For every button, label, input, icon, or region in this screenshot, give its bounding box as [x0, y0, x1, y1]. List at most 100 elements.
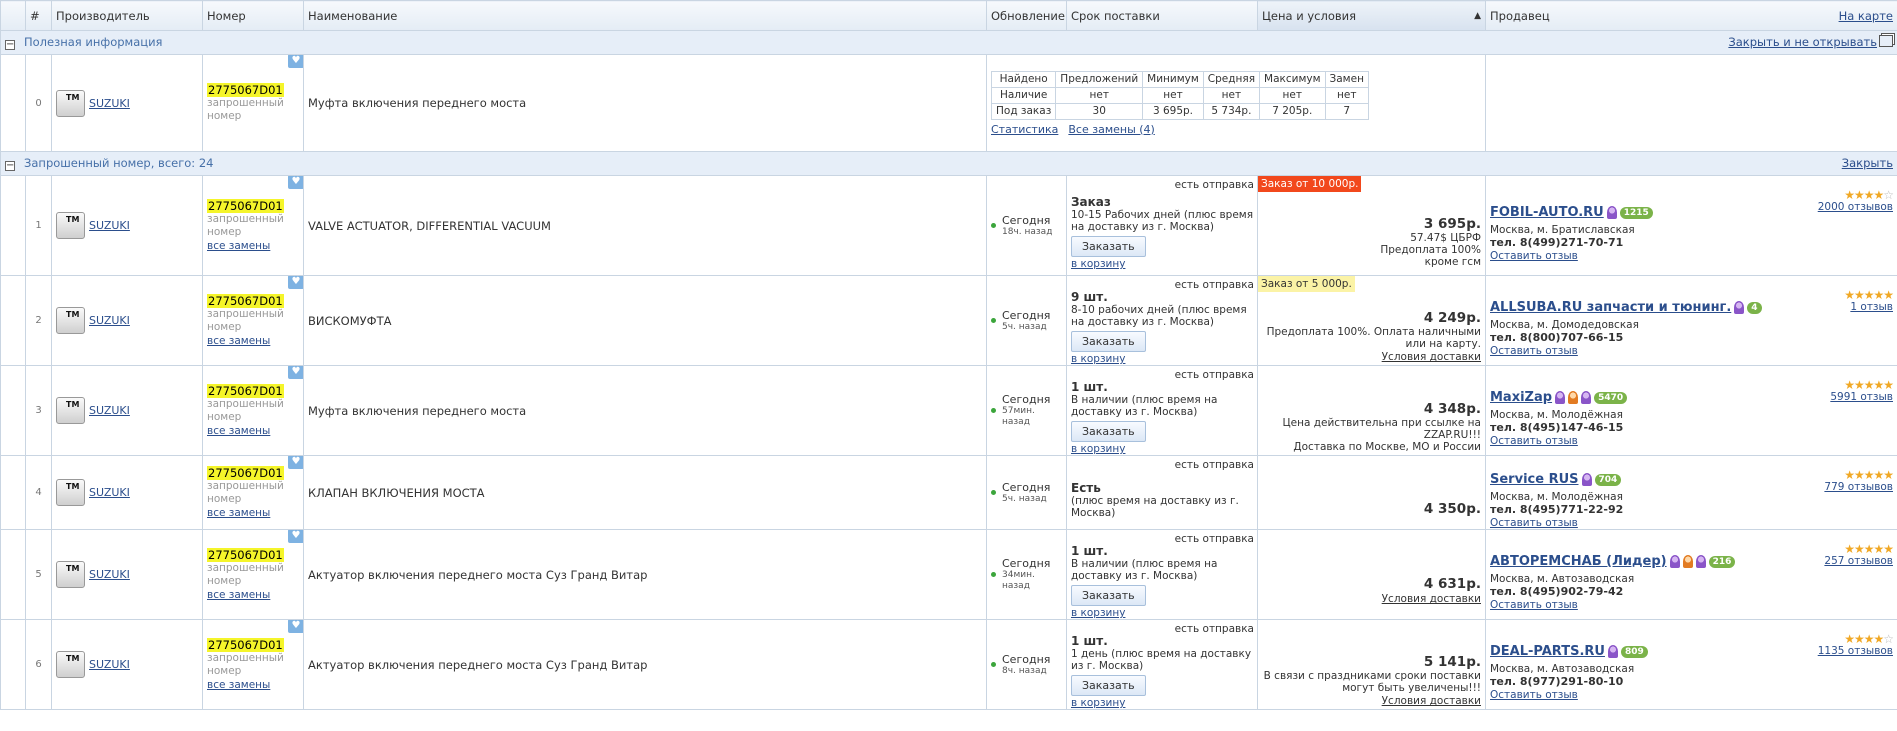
statistics-link[interactable]: Статистика [991, 123, 1058, 136]
delivery-terms: (плюс время на доставку из г. Москва) [1071, 494, 1239, 519]
brand-link[interactable]: SUZUKI [89, 219, 130, 232]
close-section-link[interactable]: Закрыть [1842, 156, 1893, 170]
col-price[interactable]: Цена и условия ▲ [1257, 0, 1486, 31]
favorite-icon[interactable]: ♥ [288, 276, 303, 289]
leave-review-link[interactable]: Оставить отзыв [1490, 345, 1578, 357]
row-index: 1 [25, 175, 52, 276]
brand-logo-text: TM [66, 310, 80, 319]
favorite-icon[interactable]: ♥ [288, 620, 303, 633]
favorite-icon[interactable]: ♥ [288, 366, 303, 379]
update-cell: Сегодня 8ч. назад [986, 619, 1067, 710]
seller-score-badge: 5470 [1594, 391, 1628, 404]
collapse-icon[interactable]: − [5, 161, 15, 171]
seller-link[interactable]: FOBIL-AUTO.RU [1490, 205, 1604, 220]
section-requested-cell: − Запрошенный номер, всего: 24 Закрыть [0, 151, 1897, 176]
all-replacements-link[interactable]: все замены [207, 240, 270, 252]
brand-link[interactable]: SUZUKI [89, 486, 130, 499]
reviews-count-link[interactable]: 5991 отзыв [1830, 391, 1893, 403]
leave-review-link[interactable]: Оставить отзыв [1490, 689, 1578, 701]
favorite-icon[interactable]: ♥ [288, 55, 303, 68]
seller-location: Москва, м. Домодедовская [1490, 319, 1639, 331]
window-icon[interactable] [1879, 35, 1893, 47]
price-note: Цена действительна при ссылке на [1282, 416, 1482, 429]
seller-rating: ★★★★☆ 1135 отзывов [1818, 632, 1894, 657]
delivery-cell: есть отправка 1 шт. В наличии (плюс врем… [1066, 529, 1258, 620]
info-row-toggle [0, 54, 26, 152]
brand-link[interactable]: SUZUKI [89, 97, 130, 110]
all-replacements-link[interactable]: Все замены (4) [1068, 123, 1154, 136]
all-replacements-link[interactable]: все замены [207, 507, 270, 519]
all-replacements-link[interactable]: все замены [207, 335, 270, 347]
brand-logo-text: TM [66, 482, 80, 491]
number-sub1: запрошенный [207, 562, 284, 574]
rating-stars-icon: ★★★★★ [1844, 542, 1894, 556]
all-replacements-link[interactable]: все замены [207, 589, 270, 601]
collapse-icon[interactable]: − [5, 40, 15, 50]
add-to-cart-link[interactable]: в корзину [1071, 353, 1253, 365]
stats-cell-value: 30 [1055, 102, 1144, 120]
brand-link[interactable]: SUZUKI [89, 404, 130, 417]
col-update[interactable]: Обновление [986, 0, 1067, 31]
brand-logo: TM [56, 212, 85, 239]
order-button[interactable]: Заказать [1071, 675, 1146, 696]
seller-link[interactable]: Service RUS [1490, 472, 1579, 487]
col-delivery[interactable]: Срок поставки [1066, 0, 1258, 31]
seller-link[interactable]: MaxiZap [1490, 390, 1552, 405]
delivery-conditions-link[interactable]: Условия доставки [1382, 351, 1481, 363]
delivery-conditions-link[interactable]: Условия доставки [1382, 695, 1481, 707]
reviews-count-link[interactable]: 1135 отзывов [1818, 645, 1893, 657]
brand-cell: TM SUZUKI [51, 275, 203, 366]
reviews-count-link[interactable]: 2000 отзывов [1818, 201, 1893, 213]
reviews-count-link[interactable]: 779 отзывов [1824, 481, 1893, 493]
delivery-conditions-link[interactable]: Условия доставки [1382, 593, 1481, 605]
favorite-icon[interactable]: ♥ [288, 176, 303, 189]
order-button[interactable]: Заказать [1071, 236, 1146, 257]
all-replacements-link[interactable]: все замены [207, 679, 270, 691]
order-button[interactable]: Заказать [1071, 585, 1146, 606]
price-cell: 4 350р. [1257, 455, 1486, 530]
brand-link[interactable]: SUZUKI [89, 658, 130, 671]
col-number[interactable]: Номер [202, 0, 304, 31]
favorite-icon[interactable]: ♥ [288, 456, 303, 469]
order-button[interactable]: Заказать [1071, 331, 1146, 352]
delivery-cell: есть отправка Заказ 10-15 Рабочих дней (… [1066, 175, 1258, 276]
col-hash[interactable]: # [25, 0, 52, 31]
award-ribbon-icon [1695, 555, 1706, 568]
add-to-cart-link[interactable]: в корзину [1071, 443, 1253, 455]
number-sub1: запрошенный [207, 480, 284, 492]
seller-link[interactable]: АВТОРЕМСНАБ (Лидер) [1490, 554, 1667, 569]
row-toggle [0, 529, 26, 620]
brand-link[interactable]: SUZUKI [89, 568, 130, 581]
brand-cell: TM SUZUKI [51, 619, 203, 710]
min-order-badge: Заказ от 5 000р. [1258, 276, 1355, 292]
dispatch-label: есть отправка [1174, 623, 1254, 635]
seller-link[interactable]: DEAL-PARTS.RU [1490, 644, 1605, 659]
reviews-count-link[interactable]: 1 отзыв [1844, 301, 1893, 313]
seller-link[interactable]: ALLSUBA.RU запчасти и тюнинг. [1490, 300, 1731, 315]
brand-link[interactable]: SUZUKI [89, 314, 130, 327]
favorite-icon[interactable]: ♥ [288, 530, 303, 543]
leave-review-link[interactable]: Оставить отзыв [1490, 517, 1578, 529]
add-to-cart-link[interactable]: в корзину [1071, 607, 1253, 619]
reviews-count-link[interactable]: 257 отзывов [1824, 555, 1893, 567]
col-name[interactable]: Наименование [303, 0, 987, 31]
order-button[interactable]: Заказать [1071, 421, 1146, 442]
close-forever-link[interactable]: Закрыть и не открывать [1728, 35, 1877, 49]
leave-review-link[interactable]: Оставить отзыв [1490, 599, 1578, 611]
part-name: ВИСКОМУФТА [303, 275, 987, 366]
quantity: 1 шт. [1071, 634, 1108, 648]
col-manufacturer[interactable]: Производитель [51, 0, 203, 31]
leave-review-link[interactable]: Оставить отзыв [1490, 250, 1578, 262]
delivery-terms: В наличии (плюс время на доставку из г. … [1071, 394, 1218, 418]
leave-review-link[interactable]: Оставить отзыв [1490, 435, 1578, 447]
map-link[interactable]: На карте [1839, 9, 1893, 23]
stats-header-cell: Найдено [990, 70, 1057, 88]
number-cell: ♥ 2775067D01 запрошенный номер все замен… [202, 455, 304, 530]
col-seller[interactable]: Продавец На карте [1485, 0, 1897, 31]
add-to-cart-link[interactable]: в корзину [1071, 258, 1253, 270]
add-to-cart-link[interactable]: в корзину [1071, 697, 1253, 709]
price-value: 4 350р. [1423, 500, 1481, 517]
stats-cell-value: 7 205р. [1259, 102, 1326, 120]
all-replacements-link[interactable]: все замены [207, 425, 270, 437]
dispatch-label: есть отправка [1174, 533, 1254, 545]
